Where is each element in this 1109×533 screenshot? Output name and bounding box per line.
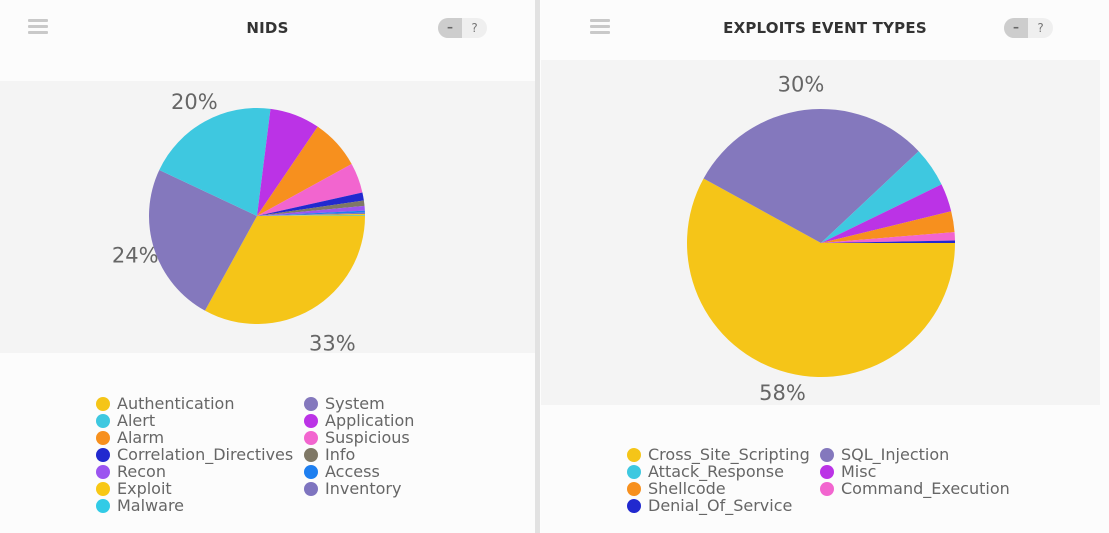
legend-swatch-icon bbox=[820, 482, 834, 496]
legend-item-command-execution[interactable]: Command_Execution bbox=[820, 480, 1010, 497]
legend-swatch-icon bbox=[304, 397, 318, 411]
exploits-panel: EXPLOITS EVENT TYPES – ? 58% 30% Cross_Si… bbox=[541, 0, 1109, 533]
legend-item-authentication[interactable]: Authentication bbox=[96, 395, 234, 412]
legend-swatch-icon bbox=[96, 448, 110, 462]
legend-swatch-icon bbox=[304, 482, 318, 496]
legend-swatch-icon bbox=[96, 465, 110, 479]
legend-item-denial-of-service[interactable]: Denial_Of_Service bbox=[627, 497, 792, 514]
data-label-sql-injection: 30% bbox=[778, 72, 825, 96]
legend-swatch-icon bbox=[96, 397, 110, 411]
legend-item-access[interactable]: Access bbox=[304, 463, 380, 480]
nids-panel: NIDS – ? 33% 24% 20% Authentication Alert Al… bbox=[0, 0, 535, 533]
data-label-cross-site-scripting: 58% bbox=[759, 381, 806, 405]
legend-swatch-icon bbox=[627, 499, 641, 513]
legend-swatch-icon bbox=[304, 465, 318, 479]
legend-item-system[interactable]: System bbox=[304, 395, 385, 412]
legend-swatch-icon bbox=[627, 465, 641, 479]
data-label-authentication: 33% bbox=[309, 331, 356, 355]
legend-swatch-icon bbox=[304, 414, 318, 428]
legend-swatch-icon bbox=[96, 431, 110, 445]
legend-item-suspicious[interactable]: Suspicious bbox=[304, 429, 410, 446]
legend-item-malware[interactable]: Malware bbox=[96, 497, 184, 514]
legend-item-exploit[interactable]: Exploit bbox=[96, 480, 172, 497]
data-label-system: 24% bbox=[112, 244, 159, 268]
legend-label: Denial_Of_Service bbox=[648, 496, 793, 515]
panel-divider bbox=[535, 0, 540, 533]
data-label-alert: 20% bbox=[171, 90, 218, 114]
legend-swatch-icon bbox=[627, 482, 641, 496]
legend-item-misc[interactable]: Misc bbox=[820, 463, 876, 480]
legend-item-application[interactable]: Application bbox=[304, 412, 414, 429]
legend-item-sql-injection[interactable]: SQL_Injection bbox=[820, 446, 949, 463]
legend-item-cross-site-scripting[interactable]: Cross_Site_Scripting bbox=[627, 446, 810, 463]
legend-item-correlation-directives[interactable]: Correlation_Directives bbox=[96, 446, 293, 463]
legend-item-alert[interactable]: Alert bbox=[96, 412, 155, 429]
legend-swatch-icon bbox=[96, 499, 110, 513]
legend-item-shellcode[interactable]: Shellcode bbox=[627, 480, 726, 497]
legend-item-alarm[interactable]: Alarm bbox=[96, 429, 164, 446]
legend-item-inventory[interactable]: Inventory bbox=[304, 480, 401, 497]
legend-swatch-icon bbox=[820, 448, 834, 462]
legend-item-recon[interactable]: Recon bbox=[96, 463, 166, 480]
legend-swatch-icon bbox=[304, 431, 318, 445]
legend-swatch-icon bbox=[304, 448, 318, 462]
legend-label: Command_Execution bbox=[841, 479, 1010, 498]
legend-swatch-icon bbox=[96, 482, 110, 496]
legend-swatch-icon bbox=[627, 448, 641, 462]
legend-item-info[interactable]: Info bbox=[304, 446, 355, 463]
legend-item-attack-response[interactable]: Attack_Response bbox=[627, 463, 784, 480]
legend-label: Inventory bbox=[325, 479, 402, 498]
legend-label: Malware bbox=[117, 496, 185, 515]
legend-swatch-icon bbox=[96, 414, 110, 428]
legend-swatch-icon bbox=[820, 465, 834, 479]
